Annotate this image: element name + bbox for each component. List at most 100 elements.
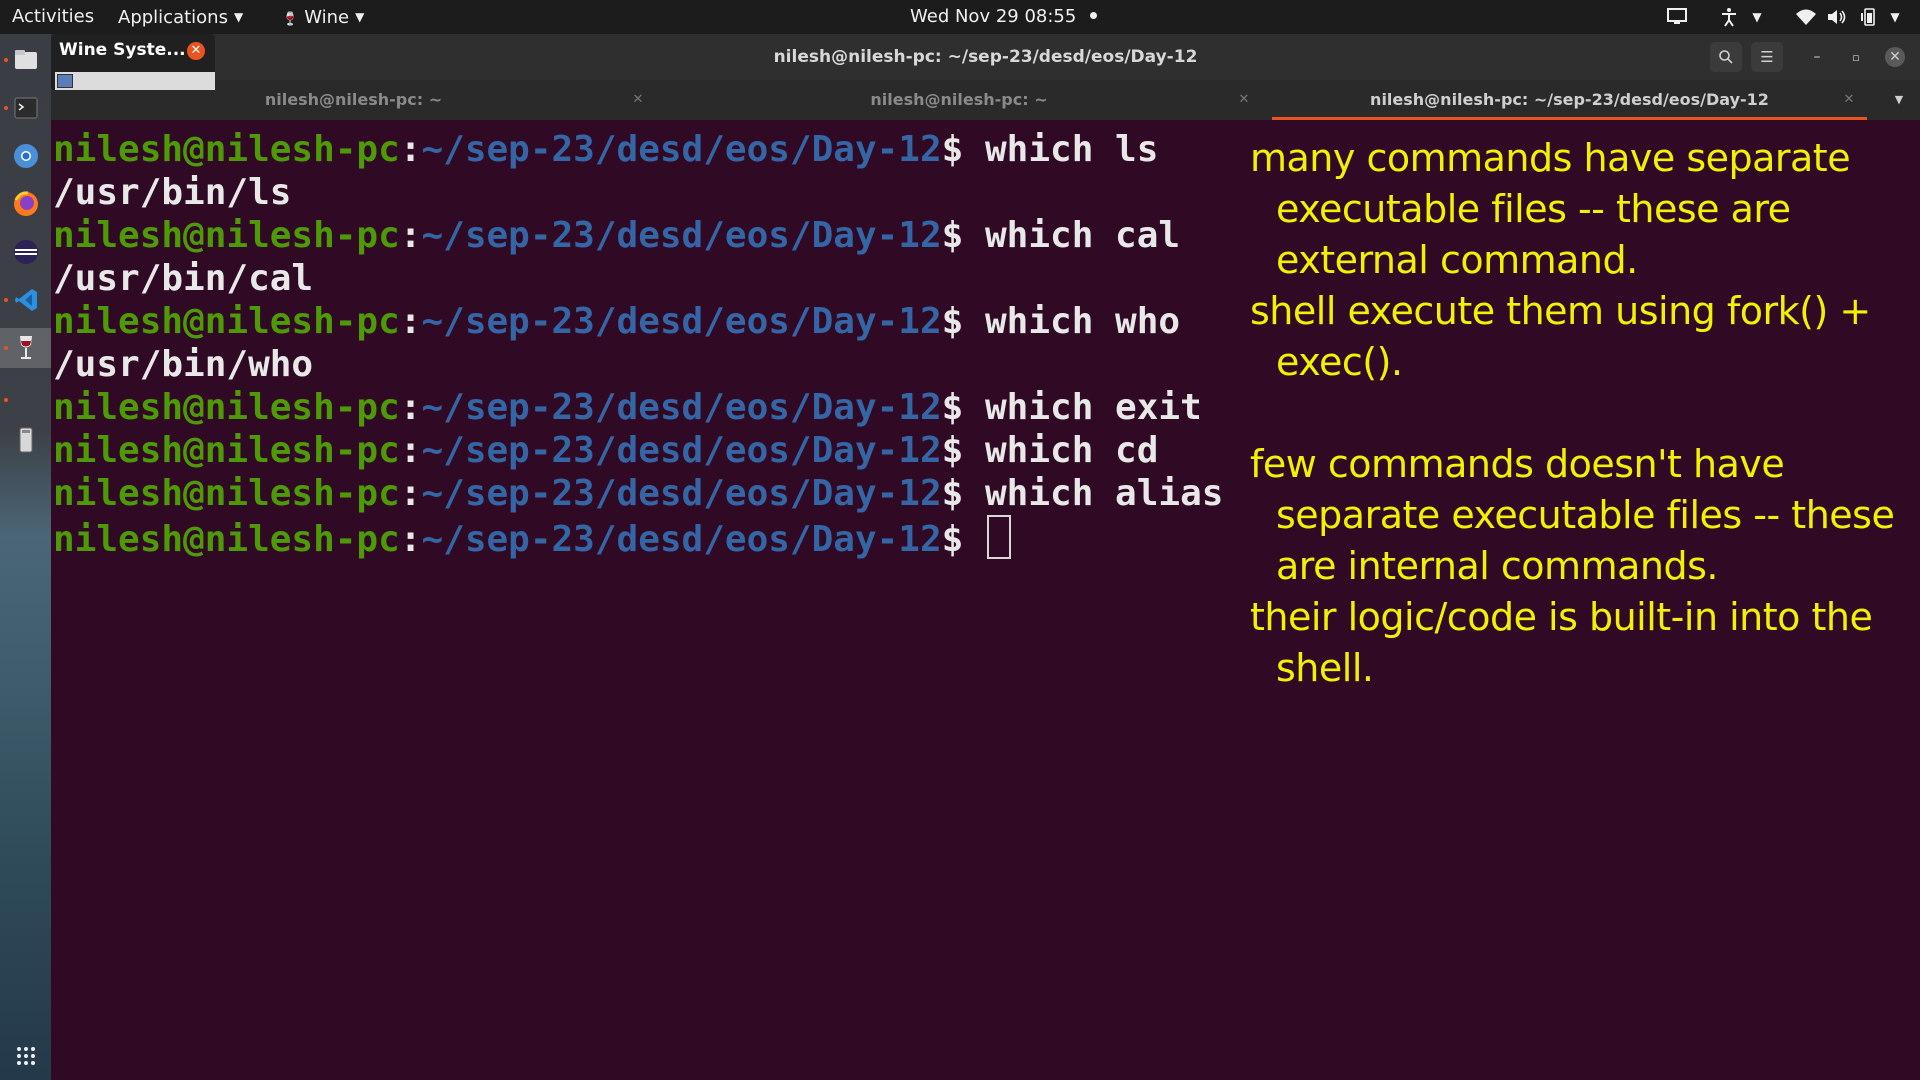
clock-text: Wed Nov 29 08:55 bbox=[910, 6, 1077, 27]
prompt-text: : bbox=[399, 519, 422, 560]
terminal-icon bbox=[14, 97, 37, 119]
prompt-text: : bbox=[399, 301, 422, 342]
accessibility-icon[interactable] bbox=[1718, 7, 1740, 27]
prompt-text: which exit bbox=[963, 387, 1202, 428]
dock-usb-drive[interactable] bbox=[0, 420, 51, 460]
prompt-text: : bbox=[399, 215, 422, 256]
wine-preview-thumbnail[interactable] bbox=[55, 72, 215, 90]
clock[interactable]: Wed Nov 29 08:55 bbox=[910, 0, 1098, 34]
dock-vscode[interactable] bbox=[0, 280, 51, 320]
note-line: separate executable files -- these bbox=[1276, 493, 1895, 537]
wine-window-icon bbox=[57, 74, 73, 88]
wine-glass-icon bbox=[19, 336, 32, 359]
prompt-text: : bbox=[399, 473, 422, 514]
dock-chrome[interactable] bbox=[0, 136, 51, 176]
note-spacer bbox=[1250, 388, 1910, 439]
wine-menu-label: Wine bbox=[304, 7, 350, 28]
output-line: /usr/bin/ls bbox=[53, 172, 292, 213]
prompt-user: nilesh@nilesh-pc bbox=[53, 387, 400, 428]
firefox-icon bbox=[13, 191, 38, 216]
files-icon bbox=[14, 50, 37, 69]
close-icon: ✕ bbox=[1889, 49, 1901, 65]
screen-icon[interactable] bbox=[1666, 7, 1688, 27]
wine-menu[interactable]: 🍷 Wine ▼ bbox=[282, 0, 364, 34]
activities-button[interactable]: Activities bbox=[12, 0, 94, 34]
notification-dot-icon bbox=[1090, 12, 1098, 19]
text-cursor bbox=[987, 515, 1012, 559]
maximize-icon: ▫ bbox=[1852, 51, 1860, 64]
note-line: shell execute them using fork() + bbox=[1250, 289, 1871, 333]
dock-firefox[interactable] bbox=[0, 184, 51, 224]
prompt-text: $ bbox=[941, 215, 964, 256]
wifi-icon[interactable] bbox=[1795, 7, 1817, 27]
tabs-dropdown-icon[interactable]: ▼ bbox=[1891, 80, 1907, 120]
close-icon[interactable]: ✕ bbox=[187, 42, 205, 60]
output-line: /usr/bin/who bbox=[53, 344, 314, 385]
prompt-text: : bbox=[399, 430, 422, 471]
hamburger-icon: ☰ bbox=[1760, 48, 1774, 66]
dock-wine[interactable] bbox=[0, 328, 51, 368]
note-line: their logic/code is built-in into the bbox=[1250, 595, 1873, 639]
tab-close-icon[interactable]: ✕ bbox=[630, 80, 646, 120]
vscode-icon bbox=[14, 289, 37, 311]
terminal-output[interactable]: nilesh@nilesh-pc:~/sep-23/desd/eos/Day-1… bbox=[53, 120, 1283, 1070]
tab-label: nilesh@nilesh-pc: ~ bbox=[870, 90, 1048, 109]
dock-show-apps[interactable] bbox=[0, 1036, 51, 1076]
dock bbox=[0, 34, 51, 1080]
output-line: /usr/bin/cal bbox=[53, 258, 314, 299]
prompt-path: ~/sep-23/desd/eos/Day-12 bbox=[421, 215, 942, 256]
command-line: nilesh@nilesh-pc:~/sep-23/desd/eos/Day-1… bbox=[53, 300, 1180, 343]
prompt-text: $ bbox=[941, 473, 964, 514]
command-line: nilesh@nilesh-pc:~/sep-23/desd/eos/Day-1… bbox=[53, 386, 1202, 429]
dock-terminal[interactable] bbox=[0, 88, 51, 128]
prompt-path: ~/sep-23/desd/eos/Day-12 bbox=[421, 129, 942, 170]
prompt-text: $ bbox=[941, 519, 964, 560]
search-button[interactable] bbox=[1710, 42, 1742, 72]
menu-button[interactable]: ☰ bbox=[1751, 42, 1783, 72]
note-line: few commands doesn't have bbox=[1250, 442, 1785, 486]
tab-day-12[interactable]: nilesh@nilesh-pc: ~/sep-23/desd/eos/Day-… bbox=[1272, 80, 1867, 120]
running-indicator-icon bbox=[4, 298, 8, 302]
window-title: nilesh@nilesh-pc: ~/sep-23/desd/eos/Day-… bbox=[773, 47, 1198, 67]
tab-close-icon[interactable]: ✕ bbox=[1236, 80, 1252, 120]
command-line: nilesh@nilesh-pc:~/sep-23/desd/eos/Day-1… bbox=[53, 214, 1180, 257]
dropdown-arrow-icon: ▼ bbox=[233, 10, 244, 24]
prompt-text: which who bbox=[963, 301, 1181, 342]
battery-icon[interactable] bbox=[1858, 7, 1880, 27]
eclipse-icon bbox=[13, 240, 38, 264]
prompt-text: which cd bbox=[963, 430, 1159, 471]
prompt-text: $ bbox=[941, 301, 964, 342]
minimize-icon: – bbox=[1813, 49, 1821, 65]
running-indicator-icon bbox=[4, 346, 8, 350]
active-tab-indicator bbox=[1272, 117, 1867, 120]
note-line: exec(). bbox=[1276, 340, 1403, 384]
system-menu-dropdown-icon[interactable]: ▼ bbox=[1884, 7, 1906, 27]
note-line: external command. bbox=[1276, 238, 1638, 282]
prompt-text: : bbox=[399, 129, 422, 170]
minimize-button[interactable]: – bbox=[1807, 47, 1827, 67]
prompt-user: nilesh@nilesh-pc bbox=[53, 473, 400, 514]
note-line: many commands have separate bbox=[1250, 136, 1851, 180]
prompt-text: $ bbox=[941, 430, 964, 471]
dock-files[interactable] bbox=[0, 40, 51, 80]
command-line: nilesh@nilesh-pc:~/sep-23/desd/eos/Day-1… bbox=[53, 128, 1158, 171]
wine-small-icon: 🍷 bbox=[282, 12, 299, 27]
prompt-path: ~/sep-23/desd/eos/Day-12 bbox=[421, 301, 942, 342]
app-grid-icon bbox=[16, 1047, 35, 1065]
volume-icon[interactable] bbox=[1826, 7, 1848, 27]
wine-window-preview[interactable]: Wine Syste... ✕ bbox=[51, 34, 215, 90]
dock-eclipse[interactable] bbox=[0, 232, 51, 272]
applications-label: Applications bbox=[118, 7, 228, 28]
note-line: executable files -- these are bbox=[1276, 187, 1791, 231]
running-indicator-icon bbox=[4, 58, 8, 62]
close-button[interactable]: ✕ bbox=[1885, 47, 1905, 67]
chrome-icon bbox=[13, 144, 38, 168]
accessibility-dropdown-icon[interactable]: ▼ bbox=[1746, 7, 1768, 27]
prompt-user: nilesh@nilesh-pc bbox=[53, 215, 400, 256]
tab-close-icon[interactable]: ✕ bbox=[1841, 80, 1857, 120]
maximize-button[interactable]: ▫ bbox=[1846, 47, 1866, 67]
title-bar[interactable]: nilesh@nilesh-pc: ~/sep-23/desd/eos/Day-… bbox=[51, 34, 1920, 80]
current-prompt-line: nilesh@nilesh-pc:~/sep-23/desd/eos/Day-1… bbox=[53, 515, 1012, 560]
tab-home-2[interactable]: nilesh@nilesh-pc: ~ bbox=[656, 80, 1262, 120]
applications-menu[interactable]: Applications ▼ bbox=[118, 0, 243, 34]
